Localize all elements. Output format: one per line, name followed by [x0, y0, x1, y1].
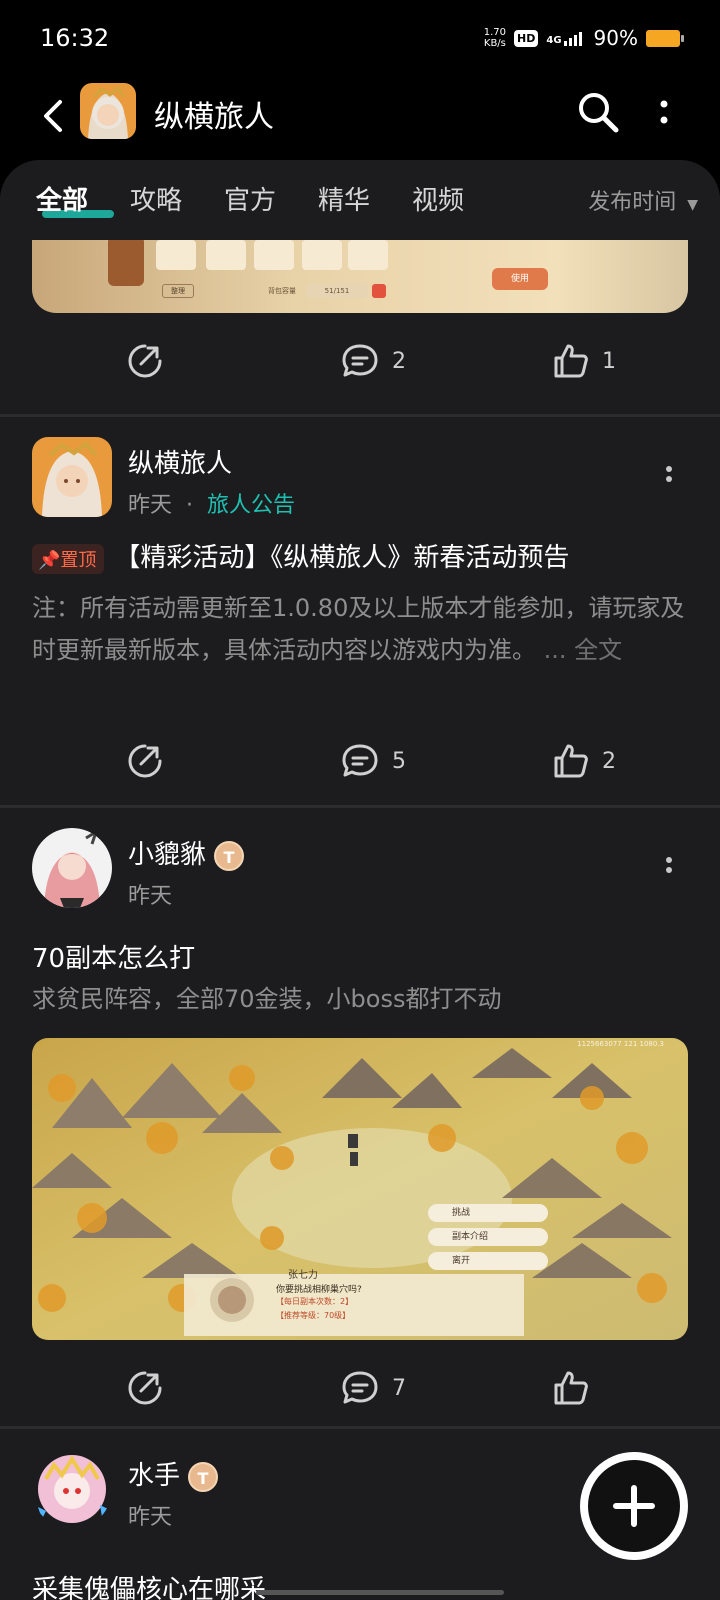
user-level-badge: T: [214, 840, 245, 871]
tab-bar: 全部 攻略 官方 精华 视频 发布时间 ▼: [0, 160, 720, 240]
share-icon: [128, 1371, 162, 1405]
like-count: 1: [602, 348, 616, 374]
status-bar: 16:32 1.70 KB/s HD 4G 90%: [0, 0, 720, 80]
app-bar: 纵横旅人: [0, 80, 720, 160]
post-body[interactable]: 注：所有活动需更新至1.0.80及以上版本才能参加，请玩家及时更新最新版本，具体…: [32, 587, 692, 671]
author-name[interactable]: 纵横旅人: [128, 443, 232, 480]
chevron-down-icon: ▼: [687, 197, 698, 213]
comment-count: 5: [392, 748, 406, 774]
post-actions: 5 2: [0, 731, 720, 791]
author-avatar[interactable]: [32, 1449, 112, 1529]
comment-icon: [342, 1371, 378, 1404]
hd-icon: HD: [514, 29, 539, 47]
post-card[interactable]: 小貔貅T 昨天 70副本怎么打 求贫民阵容，全部70金装，小boss都打不动: [0, 808, 720, 1414]
tab-video[interactable]: 视频: [412, 180, 464, 217]
tab-all[interactable]: 全部: [36, 180, 88, 217]
more-options-icon[interactable]: [664, 465, 674, 489]
tab-guides[interactable]: 攻略: [130, 180, 182, 217]
like-button[interactable]: 2: [552, 741, 616, 781]
tab-featured[interactable]: 精华: [318, 180, 370, 217]
post-time: 昨天: [128, 1505, 173, 1530]
like-button[interactable]: [552, 1368, 602, 1408]
search-icon[interactable]: [576, 90, 620, 134]
back-icon[interactable]: [36, 94, 72, 138]
author-name[interactable]: 小貔貅 T: [128, 834, 245, 871]
thumbs-up-icon: [554, 1371, 588, 1405]
share-icon: [128, 344, 162, 378]
post-category[interactable]: 旅人公告: [207, 493, 295, 518]
signal-icon: 4G: [546, 30, 585, 46]
sort-dropdown[interactable]: 发布时间 ▼: [588, 184, 698, 216]
share-icon: [128, 744, 162, 778]
like-button[interactable]: 1: [552, 341, 616, 381]
comment-count: 2: [392, 348, 406, 374]
read-more-link[interactable]: ... 全文: [544, 636, 623, 664]
share-button[interactable]: [126, 741, 164, 781]
comment-button[interactable]: 5: [340, 741, 406, 781]
post-title[interactable]: 📌置顶 【精彩活动】《纵横旅人》新春活动预告: [32, 537, 692, 574]
battery-percent: 90%: [593, 26, 638, 50]
comment-icon: [342, 744, 378, 777]
like-count: 2: [602, 748, 616, 774]
comment-count: 7: [392, 1375, 406, 1401]
status-icons: 1.70 KB/s HD 4G 90%: [483, 26, 684, 50]
thumbs-up-icon: [554, 344, 588, 378]
feed-sheet: 全部 攻略 官方 精华 视频 发布时间 ▼ 整理 背包容量 51/151 使用: [0, 160, 720, 1600]
comment-button[interactable]: 7: [340, 1368, 406, 1408]
post-meta: 昨天 · 旅人公告: [128, 493, 296, 518]
post-time: 昨天: [128, 884, 173, 909]
page-title: 纵横旅人: [154, 100, 274, 135]
net-speed: 1.70 KB/s: [483, 27, 507, 49]
post-image[interactable]: 整理 背包容量 51/151 使用: [32, 236, 688, 313]
status-time: 16:32: [40, 24, 110, 52]
post-image[interactable]: 1125663077 121 1080.3 挑战 副本介绍 离开 张七力 你要挑…: [32, 1038, 688, 1340]
pinned-badge: 📌置顶: [32, 543, 105, 574]
post-time: 昨天: [128, 493, 173, 518]
post-actions: 2 1: [0, 331, 720, 391]
author-avatar[interactable]: [32, 828, 112, 908]
more-options-icon[interactable]: [664, 856, 674, 880]
more-vertical-icon[interactable]: [652, 94, 676, 134]
post-body[interactable]: 求贫民阵容，全部70金装，小boss都打不动: [32, 978, 692, 1020]
comment-button[interactable]: 2: [340, 341, 406, 381]
post-card[interactable]: 纵横旅人 昨天 · 旅人公告 📌置顶 【精彩活动】《纵横旅人》新春活动预告 注：所有活…: [0, 417, 720, 803]
post-title[interactable]: 70副本怎么打: [32, 938, 692, 975]
home-indicator: [256, 1590, 504, 1595]
comment-icon: [342, 344, 378, 377]
battery-icon: [646, 29, 684, 47]
pin-icon: 📌: [38, 549, 61, 571]
author-name[interactable]: 水手 T: [128, 1455, 219, 1492]
post-title[interactable]: 采集傀儡核心在哪采: [32, 1569, 692, 1600]
user-level-badge: T: [188, 1461, 219, 1492]
plus-icon: [613, 1485, 655, 1527]
image-coords: 1125663077 121 1080.3: [577, 1040, 664, 1048]
share-button[interactable]: [126, 341, 164, 381]
game-avatar[interactable]: [80, 83, 136, 139]
create-post-button[interactable]: [580, 1452, 688, 1560]
author-avatar[interactable]: [32, 437, 112, 517]
post-actions: 7: [0, 1358, 720, 1418]
tab-official[interactable]: 官方: [224, 180, 276, 217]
post-card[interactable]: 整理 背包容量 51/151 使用 2 1: [0, 236, 720, 412]
thumbs-up-icon: [554, 744, 588, 778]
share-button[interactable]: [126, 1368, 164, 1408]
